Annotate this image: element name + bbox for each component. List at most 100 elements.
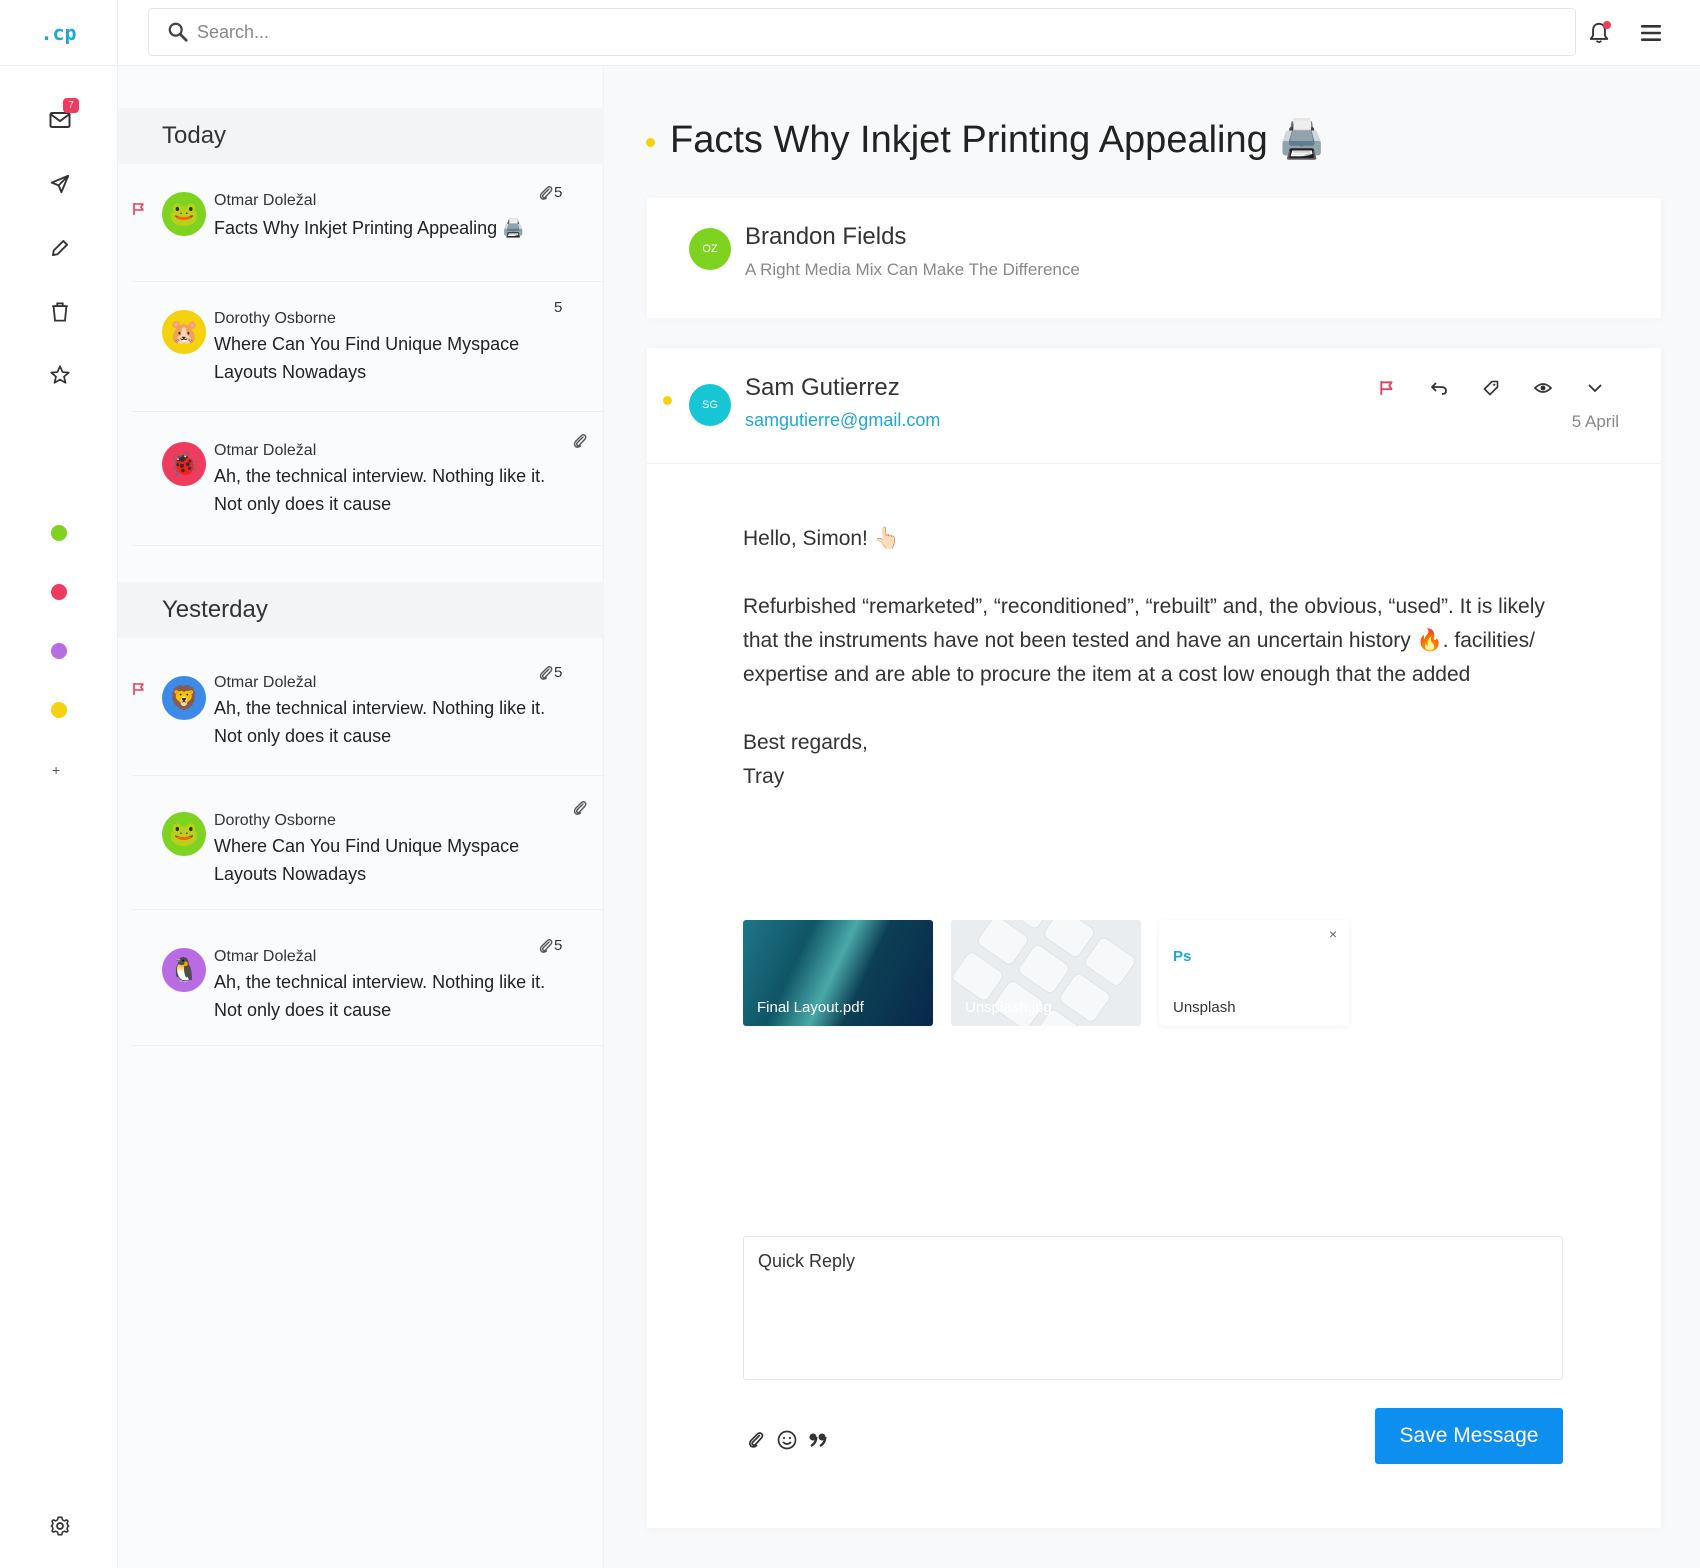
attachment[interactable]: Final Layout.pdf <box>743 920 933 1026</box>
attachment[interactable]: Unsplash.jpg <box>951 920 1141 1026</box>
notifications-button[interactable] <box>1584 18 1614 48</box>
group-header-today: Today <box>118 108 604 164</box>
quote-button[interactable] <box>805 1427 831 1453</box>
flag-icon <box>1380 381 1393 395</box>
attachment-name: Final Layout.pdf <box>757 999 864 1016</box>
mail-item[interactable]: 🐹 Dorothy Osborne Where Can You Find Uni… <box>132 282 604 412</box>
left-navigation: 7 + <box>0 66 118 1568</box>
smiley-icon <box>777 1430 797 1450</box>
reading-pane: Facts Why Inkjet Printing Appealing 🖨️ O… <box>604 66 1700 1568</box>
tag-icon <box>1483 380 1499 396</box>
save-message-button[interactable]: Save Message <box>1375 1408 1563 1464</box>
tag-button[interactable] <box>1477 374 1505 402</box>
attach-file-button[interactable] <box>743 1427 769 1453</box>
status-dot <box>646 138 655 147</box>
paperclip-icon <box>539 186 553 200</box>
mail-subject: Facts Why Inkjet Printing Appealing 🖨️ <box>214 218 525 238</box>
mail-sender: Dorothy Osborne <box>214 310 336 327</box>
remove-attachment-button[interactable]: × <box>1329 926 1337 942</box>
mail-item[interactable]: 🐸 Otmar Doležal Facts Why Inkjet Printin… <box>132 164 604 282</box>
label-green[interactable] <box>51 525 67 541</box>
message-body: Refurbished “remarketed”, “reconditioned… <box>743 595 1545 686</box>
sender-name: Brandon Fields <box>745 223 907 250</box>
label-red[interactable] <box>51 584 67 600</box>
nav-trash[interactable] <box>44 296 76 328</box>
view-button[interactable] <box>1529 374 1557 402</box>
reply-icon <box>1431 382 1447 395</box>
sender-name: Sam Gutierrez <box>745 374 900 401</box>
message-count: 5 <box>554 299 563 316</box>
notification-dot <box>1603 21 1611 29</box>
more-options-button[interactable] <box>1581 374 1609 402</box>
nav-sent[interactable] <box>44 168 76 200</box>
avatar: OZ <box>689 228 731 270</box>
mail-sender: Otmar Doležal <box>214 192 317 209</box>
thread-title: Facts Why Inkjet Printing Appealing 🖨️ <box>670 119 1326 161</box>
nav-drafts[interactable] <box>44 232 76 264</box>
mail-subject: Where Can You Find Unique Myspace Layout… <box>214 836 520 884</box>
top-bar <box>118 0 1700 66</box>
mail-list: Today 🐸 Otmar Doležal Facts Why Inkjet P… <box>118 66 604 1568</box>
avatar: 🐸 <box>162 812 206 856</box>
mail-item[interactable]: 🐧 Otmar Doležal Ah, the technical interv… <box>132 910 604 1046</box>
search-input[interactable] <box>197 21 1497 43</box>
emoji-button[interactable] <box>774 1427 800 1453</box>
mail-sender: Otmar Doležal <box>214 674 317 691</box>
menu-button[interactable] <box>1636 18 1666 48</box>
message-greeting: Hello, Simon! 👆🏻 <box>743 527 900 550</box>
paperclip-icon <box>539 666 553 680</box>
message-preview: A Right Media Mix Can Make The Differenc… <box>745 260 1080 279</box>
mail-subject: Where Can You Find Unique Myspace Layout… <box>214 334 520 382</box>
label-purple[interactable] <box>51 643 67 659</box>
gear-icon <box>50 1516 70 1536</box>
attachment[interactable]: Ps × Unsplash <box>1159 920 1349 1026</box>
avatar: 🐸 <box>162 192 206 236</box>
flag-button[interactable] <box>1373 374 1401 402</box>
mail-subject: Ah, the technical interview. Nothing lik… <box>214 466 546 514</box>
attachment-name: Unsplash <box>1173 999 1236 1016</box>
nav-settings[interactable] <box>44 1510 76 1542</box>
sender-email[interactable]: samgutierre@gmail.com <box>745 410 940 431</box>
search-icon <box>168 22 188 42</box>
label-yellow[interactable] <box>51 702 67 718</box>
mail-item[interactable]: 🐞 Otmar Doležal Ah, the technical interv… <box>132 412 604 546</box>
group-header-yesterday: Yesterday <box>118 582 604 638</box>
flag-icon[interactable] <box>132 682 146 696</box>
message-count: 5 <box>554 664 563 681</box>
previous-message-card[interactable]: OZ Brandon Fields A Right Media Mix Can … <box>647 198 1661 318</box>
paperclip-icon <box>748 1432 764 1448</box>
nav-starred[interactable] <box>44 359 76 391</box>
logo-text: .cp <box>40 20 77 45</box>
trash-icon <box>52 302 68 322</box>
status-dot <box>663 396 672 405</box>
mail-item[interactable]: 🦁 Otmar Doležal Ah, the technical interv… <box>132 638 604 776</box>
paperclip-icon <box>539 939 553 953</box>
message-date: 5 April <box>1571 412 1619 431</box>
add-label-button[interactable]: + <box>52 762 60 778</box>
pencil-icon <box>52 240 69 256</box>
envelope-icon <box>49 112 71 128</box>
app-logo[interactable]: .cp <box>0 0 118 66</box>
mail-item[interactable]: 🐸 Dorothy Osborne Where Can You Find Uni… <box>132 776 604 910</box>
hamburger-icon <box>1641 25 1661 41</box>
mail-subject: Ah, the technical interview. Nothing lik… <box>214 698 546 746</box>
avatar: 🐞 <box>162 442 206 486</box>
eye-icon <box>1534 383 1552 393</box>
avatar: SG <box>689 384 731 426</box>
message-header: SG Sam Gutierrez samgutierre@gmail.com 5… <box>647 348 1661 464</box>
mail-sender: Otmar Doležal <box>214 948 317 965</box>
paperclip-icon <box>573 434 587 448</box>
search-box <box>148 8 1576 56</box>
message-count: 5 <box>554 937 563 954</box>
reply-button[interactable] <box>1425 374 1453 402</box>
star-icon <box>50 365 70 384</box>
flag-icon[interactable] <box>132 202 146 216</box>
inbox-badge: 7 <box>63 98 79 113</box>
avatar: 🐧 <box>162 948 206 992</box>
mail-subject: Ah, the technical interview. Nothing lik… <box>214 972 546 1020</box>
paperclip-icon <box>573 801 587 815</box>
message-closing: Best regards, <box>743 731 868 754</box>
nav-inbox[interactable]: 7 <box>44 98 79 136</box>
message-count: 5 <box>554 184 563 201</box>
quick-reply-input[interactable] <box>743 1236 1563 1380</box>
